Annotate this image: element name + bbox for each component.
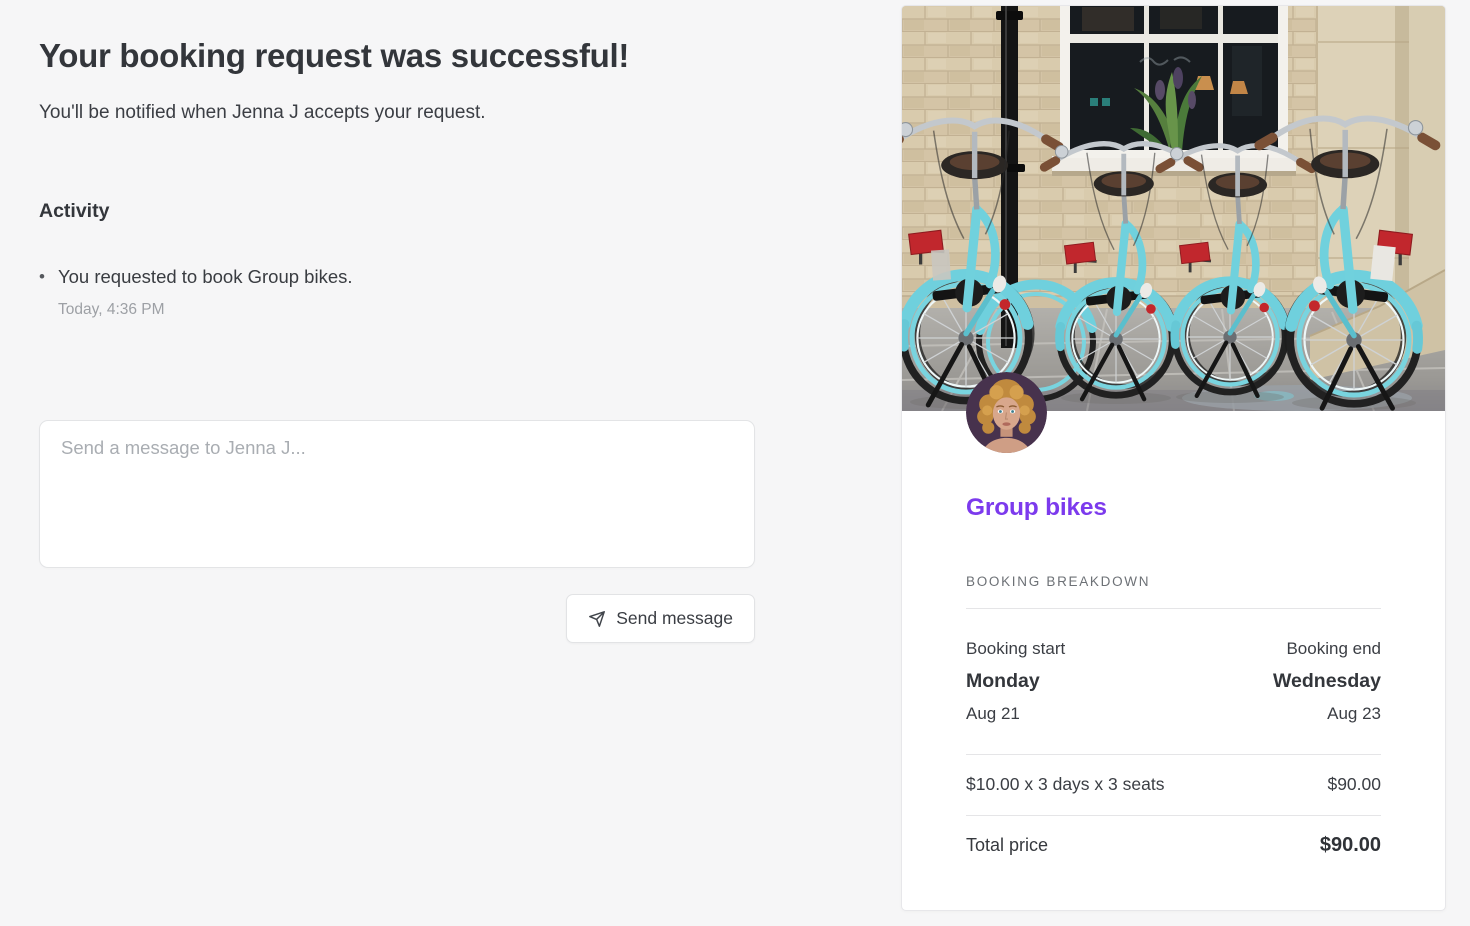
listing-name-link[interactable]: Group bikes: [966, 494, 1107, 522]
price-amount: $90.00: [1327, 774, 1381, 795]
send-message-button[interactable]: Send message: [566, 594, 755, 643]
booking-start-date: Aug 21: [966, 698, 1065, 730]
send-message-label: Send message: [616, 608, 733, 629]
host-avatar[interactable]: [966, 372, 1047, 453]
page-title: Your booking request was successful!: [39, 38, 755, 74]
booking-start: Booking start Monday Aug 21: [966, 633, 1065, 730]
booking-end-label: Booking end: [1273, 633, 1381, 665]
message-input[interactable]: [39, 420, 755, 568]
booking-summary-card: Group bikes BOOKING BREAKDOWN Booking st…: [901, 5, 1446, 911]
price-line-item: $10.00 x 3 days x 3 seats $90.00: [966, 755, 1381, 815]
activity-heading: Activity: [39, 200, 755, 223]
booking-end-date: Aug 23: [1273, 698, 1381, 730]
confirmation-panel: Your booking request was successful! You…: [39, 0, 755, 643]
price-description: $10.00 x 3 days x 3 seats: [966, 774, 1164, 795]
total-row: Total price $90.00: [966, 816, 1381, 857]
send-row: Send message: [39, 594, 755, 643]
total-amount: $90.00: [1320, 834, 1381, 857]
breakdown-heading: BOOKING BREAKDOWN: [966, 574, 1381, 589]
activity-item: • You requested to book Group bikes.: [39, 265, 755, 288]
activity-item-text: You requested to book Group bikes.: [58, 265, 353, 288]
booking-dates: Booking start Monday Aug 21 Booking end …: [966, 633, 1381, 730]
booking-start-day: Monday: [966, 665, 1065, 698]
activity-timestamp: Today, 4:36 PM: [58, 301, 755, 319]
listing-photo: [902, 6, 1445, 411]
booking-end-day: Wednesday: [1273, 665, 1381, 698]
paper-plane-icon: [588, 610, 606, 628]
bullet-icon: •: [39, 265, 58, 288]
booking-start-label: Booking start: [966, 633, 1065, 665]
booking-end: Booking end Wednesday Aug 23: [1273, 633, 1381, 730]
divider: [966, 608, 1381, 609]
page-subtitle: You'll be notified when Jenna J accepts …: [39, 102, 755, 124]
card-body: Group bikes BOOKING BREAKDOWN Booking st…: [902, 411, 1445, 857]
total-label: Total price: [966, 835, 1048, 856]
